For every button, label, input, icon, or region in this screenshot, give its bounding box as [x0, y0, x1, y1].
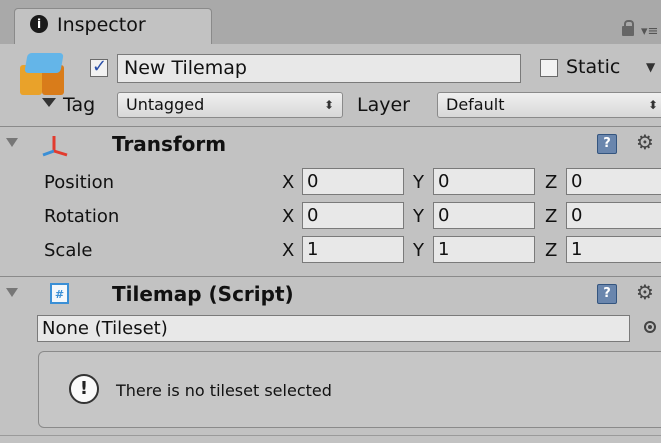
rotation-z-field[interactable]: 0 — [566, 202, 661, 229]
static-dropdown-arrow-icon[interactable]: ▼ — [646, 60, 655, 74]
position-label: Position — [44, 172, 115, 193]
foldout-arrow-icon[interactable] — [6, 138, 18, 147]
info-icon: ! — [69, 374, 99, 404]
help-message: There is no tileset selected — [116, 381, 332, 400]
help-book-icon[interactable]: ? — [597, 284, 617, 304]
layer-label: Layer — [357, 94, 410, 116]
transform-axes-icon — [42, 136, 68, 157]
tab-inspector[interactable]: i Inspector — [14, 8, 212, 44]
transform-header[interactable]: Transform ? ⚙ — [0, 126, 661, 162]
tilemap-header[interactable]: # Tilemap (Script) ? ⚙ — [0, 276, 661, 312]
lock-icon[interactable] — [622, 20, 634, 36]
transform-title: Transform — [112, 132, 227, 156]
gear-icon[interactable]: ⚙ — [636, 130, 654, 154]
tab-bar: i Inspector ▾≡ — [0, 0, 661, 44]
help-book-icon[interactable]: ? — [597, 134, 617, 154]
axis-z-label: Z — [545, 206, 558, 227]
axis-x-label: X — [282, 240, 295, 261]
scale-x-field[interactable]: 1 — [302, 236, 404, 263]
tab-inspector-label: Inspector — [57, 14, 146, 36]
rotation-y-field[interactable]: 0 — [433, 202, 535, 229]
gameobject-header: New Tilemap Static ▼ Tag Untagged ⬍ Laye… — [0, 44, 661, 126]
scale-z-field[interactable]: 1 — [566, 236, 661, 263]
axis-x-label: X — [282, 172, 295, 193]
tilemap-title: Tilemap (Script) — [112, 282, 294, 306]
dropdown-arrows-icon: ⬍ — [647, 98, 658, 112]
layer-dropdown-value: Default — [446, 95, 505, 114]
axis-x-label: X — [282, 206, 295, 227]
script-icon: # — [50, 283, 69, 304]
static-checkbox[interactable] — [540, 59, 558, 77]
position-z-field[interactable]: 0 — [566, 168, 661, 195]
position-y-field[interactable]: 0 — [433, 168, 535, 195]
svg-text:#: # — [55, 288, 64, 301]
help-box: ! There is no tileset selected — [38, 351, 661, 428]
axis-y-label: Y — [413, 206, 424, 227]
info-icon: i — [30, 15, 48, 33]
axis-y-label: Y — [413, 240, 424, 261]
object-picker-icon[interactable] — [644, 321, 656, 333]
active-checkbox[interactable] — [90, 56, 108, 77]
rotation-x-field[interactable]: 0 — [302, 202, 404, 229]
axis-z-label: Z — [545, 240, 558, 261]
axis-z-label: Z — [545, 172, 558, 193]
panel-menu-icon[interactable]: ▾≡ — [641, 24, 658, 39]
gameobject-name-field[interactable]: New Tilemap — [117, 54, 521, 83]
tag-dropdown[interactable]: Untagged ⬍ — [117, 92, 343, 118]
scale-y-field[interactable]: 1 — [433, 236, 535, 263]
tag-dropdown-value: Untagged — [126, 95, 205, 114]
tag-label: Tag — [63, 94, 96, 116]
dropdown-arrows-icon: ⬍ — [323, 98, 334, 112]
scale-label: Scale — [44, 240, 93, 261]
gear-icon[interactable]: ⚙ — [636, 280, 654, 304]
layer-dropdown[interactable]: Default ⬍ — [437, 92, 661, 118]
foldout-arrow-icon[interactable] — [6, 288, 18, 297]
axis-y-label: Y — [413, 172, 424, 193]
divider — [0, 435, 661, 436]
rotation-label: Rotation — [44, 206, 120, 227]
gameobject-cube-icon[interactable] — [20, 53, 66, 107]
tileset-object-field[interactable]: None (Tileset) — [37, 315, 630, 342]
static-label: Static — [566, 56, 621, 78]
position-x-field[interactable]: 0 — [302, 168, 404, 195]
